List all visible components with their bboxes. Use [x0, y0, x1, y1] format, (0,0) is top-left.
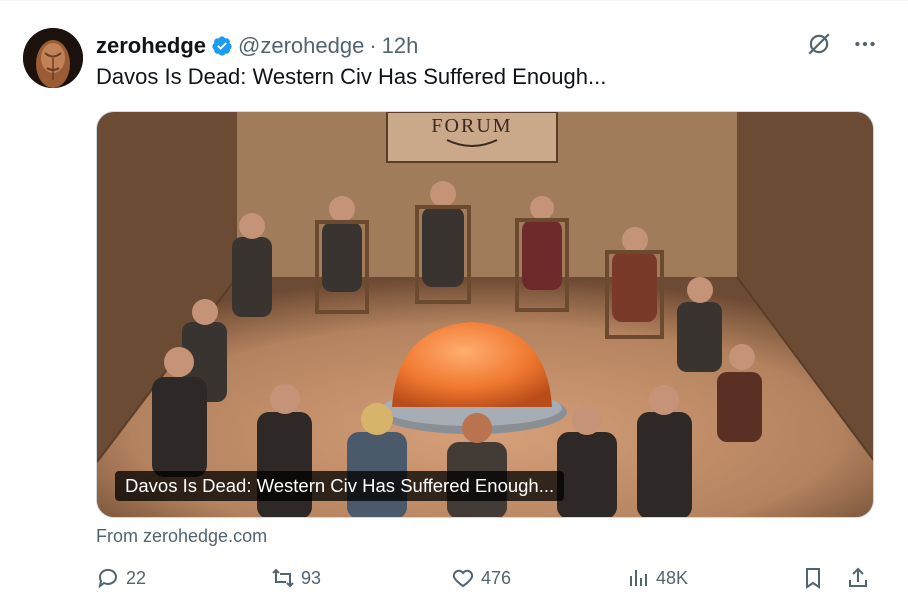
more-icon[interactable]: [852, 31, 878, 57]
action-bar: 22 93 476 48K: [96, 566, 874, 596]
timestamp[interactable]: 12h: [382, 33, 419, 59]
bookmark-icon: [806, 568, 820, 589]
verified-badge-icon: [212, 36, 232, 56]
like-count: 476: [481, 567, 512, 588]
card-source[interactable]: From zerohedge.com: [96, 526, 267, 547]
avatar[interactable]: [23, 28, 83, 88]
card-caption: Davos Is Dead: Western Civ Has Suffered …: [115, 471, 565, 501]
bookmark-button[interactable]: [801, 566, 825, 590]
like-button[interactable]: 476: [451, 566, 511, 590]
top-actions: [806, 31, 878, 57]
author-name[interactable]: zerohedge: [96, 33, 206, 59]
author-handle[interactable]: @zerohedge: [238, 33, 364, 59]
tweet-header: zerohedge @zerohedge · 12h: [96, 32, 418, 60]
reply-button[interactable]: 22: [96, 566, 146, 590]
svg-text:FORUM: FORUM: [431, 115, 512, 137]
separator-dot: ·: [369, 33, 377, 58]
grok-icon[interactable]: [806, 31, 832, 57]
share-icon: [849, 567, 867, 587]
reply-icon: [98, 568, 117, 589]
reply-count: 22: [126, 567, 147, 588]
tweet[interactable]: zerohedge @zerohedge · 12h Davos Is Dead…: [0, 0, 908, 609]
repost-icon: [272, 568, 294, 588]
views-count: 48K: [656, 567, 689, 588]
tweet-text: Davos Is Dead: Western Civ Has Suffered …: [96, 64, 607, 89]
repost-button[interactable]: 93: [271, 566, 321, 590]
analytics-icon: [630, 570, 647, 586]
heart-icon: [452, 569, 474, 588]
repost-count: 93: [301, 567, 322, 588]
views-button[interactable]: 48K: [626, 566, 688, 590]
link-card[interactable]: FORUM Davos Is Dead: Western Civ Has Suf…: [96, 111, 874, 518]
card-image: FORUM: [97, 112, 873, 517]
share-button[interactable]: [846, 566, 870, 590]
